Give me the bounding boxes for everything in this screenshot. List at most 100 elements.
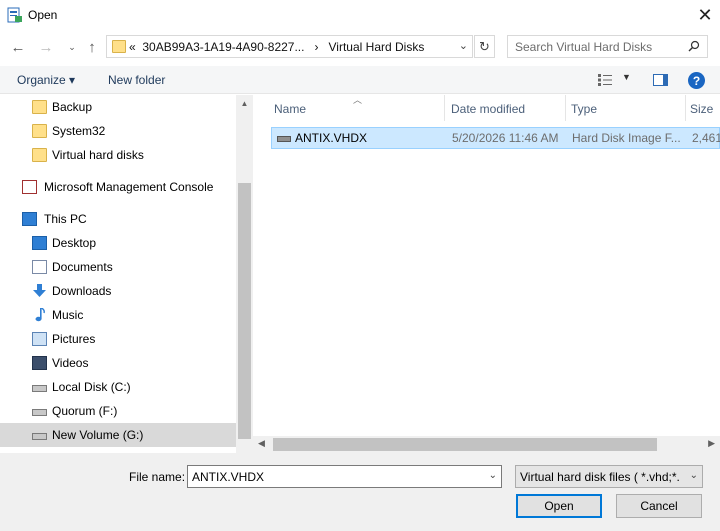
desktop-icon [32, 236, 47, 250]
nav-item-label: Backup [52, 100, 93, 114]
file-list-scrollbar[interactable]: ◀ ▶ [253, 436, 720, 453]
column-header-name[interactable]: Name [274, 95, 444, 121]
nav-item-label: Videos [52, 356, 89, 370]
open-dialog-icon [7, 7, 22, 23]
downloads-icon [33, 284, 46, 297]
arrow-left-icon: ← [10, 38, 26, 56]
scroll-right-icon[interactable]: ▶ [708, 438, 715, 449]
nav-item-documents[interactable]: Documents [0, 255, 236, 279]
computer-icon [22, 212, 37, 226]
nav-item-label: Desktop [52, 236, 97, 250]
nav-item-music[interactable]: Music [0, 303, 236, 327]
nav-item-label: Local Disk (C:) [52, 380, 131, 394]
column-divider[interactable] [685, 95, 686, 121]
cancel-button[interactable]: Cancel [616, 494, 702, 518]
file-size: 2,461, [692, 131, 720, 145]
drive-icon [32, 409, 47, 416]
view-options-icon[interactable] [598, 74, 612, 86]
refresh-button[interactable]: ↻ [474, 35, 495, 58]
column-header-date[interactable]: Date modified [451, 95, 565, 121]
file-name-input[interactable]: ANTIX.VHDX ⌄ [187, 465, 502, 488]
file-name: ANTIX.VHDX [295, 131, 368, 145]
search-icon [688, 40, 700, 52]
nav-item-label: Microsoft Management Console [44, 180, 214, 194]
videos-icon [32, 356, 47, 370]
nav-item-label: Documents [52, 260, 113, 274]
breadcrumb-overflow[interactable]: « [129, 40, 136, 54]
navigation-pane: Backup System32 Virtual hard disks Micro… [0, 95, 252, 453]
chevron-down-icon: ⌄ [689, 470, 698, 481]
nav-item-desktop[interactable]: Desktop [0, 231, 236, 255]
music-icon [35, 308, 45, 322]
back-button[interactable]: ← [8, 37, 28, 57]
nav-item-label: Virtual hard disks [52, 148, 144, 162]
organize-button[interactable]: Organize ▾ [17, 73, 75, 87]
nav-item-label: Quorum (F:) [52, 404, 118, 418]
recent-locations-button[interactable]: ⌄ [62, 37, 82, 57]
up-button[interactable]: ↑ [82, 37, 102, 57]
search-input[interactable]: Search Virtual Hard Disks [515, 40, 652, 54]
file-row[interactable]: ANTIX.VHDX 5/20/2026 11:46 AM Hard Disk … [271, 127, 720, 149]
search-box[interactable]: Search Virtual Hard Disks [507, 35, 708, 58]
nav-item-local-disk-c[interactable]: Local Disk (C:) [0, 375, 236, 399]
file-list: ︿ Name Date modified Type Size ANTIX.VHD… [253, 95, 720, 453]
scroll-left-icon[interactable]: ◀ [258, 438, 265, 449]
nav-item-system32[interactable]: System32 [0, 119, 236, 143]
nav-item-mmc[interactable]: Microsoft Management Console [0, 175, 236, 199]
nav-item-label: System32 [52, 124, 106, 138]
help-icon[interactable]: ? [688, 72, 705, 89]
scrollbar-thumb[interactable] [273, 438, 657, 451]
title-bar: Open ✕ [0, 0, 720, 30]
folder-icon [112, 40, 126, 53]
scrollbar-thumb[interactable] [238, 183, 251, 439]
breadcrumb-separator: › [314, 40, 319, 54]
close-icon: ✕ [697, 4, 713, 25]
nav-item-backup[interactable]: Backup [0, 95, 236, 119]
command-bar: Organize ▾ New folder ▼ ? [0, 66, 720, 94]
preview-pane-icon[interactable] [653, 74, 668, 86]
breadcrumb-segment[interactable]: 30AB99A3-1A19-4A90-8227... [142, 40, 304, 54]
chevron-down-icon[interactable]: ⌄ [459, 39, 468, 52]
disk-image-icon [277, 136, 291, 142]
nav-item-virtual-hard-disks[interactable]: Virtual hard disks [0, 143, 236, 167]
nav-item-downloads[interactable]: Downloads [0, 279, 236, 303]
dialog-footer: File name: ANTIX.VHDX ⌄ Virtual hard dis… [0, 453, 720, 531]
navigation-pane-scrollbar[interactable]: ▲ [236, 95, 253, 453]
open-button[interactable]: Open [516, 494, 602, 518]
view-dropdown-icon[interactable]: ▼ [622, 72, 631, 82]
forward-button[interactable]: → [36, 37, 56, 57]
documents-icon [32, 260, 47, 274]
column-divider[interactable] [565, 95, 566, 121]
pictures-icon [32, 332, 47, 346]
file-name-label: File name: [129, 470, 186, 484]
refresh-icon: ↻ [479, 38, 490, 54]
window-title: Open [28, 8, 58, 22]
file-date: 5/20/2026 11:46 AM [452, 131, 559, 145]
chevron-down-icon[interactable]: ⌄ [489, 470, 497, 481]
nav-item-this-pc[interactable]: This PC [0, 207, 236, 231]
nav-item-pictures[interactable]: Pictures [0, 327, 236, 351]
new-folder-button[interactable]: New folder [108, 73, 165, 87]
address-bar[interactable]: « 30AB99A3-1A19-4A90-8227... › Virtual H… [106, 35, 473, 58]
column-divider[interactable] [444, 95, 445, 121]
breadcrumb-segment[interactable]: Virtual Hard Disks [329, 40, 425, 54]
column-header-size[interactable]: Size [690, 95, 720, 121]
drive-icon [32, 385, 47, 392]
folder-icon [32, 124, 47, 138]
scroll-up-icon[interactable]: ▲ [236, 99, 253, 108]
file-type-filter[interactable]: Virtual hard disk files ( *.vhd;*. ⌄ [515, 465, 703, 488]
file-type: Hard Disk Image F... [572, 131, 681, 145]
nav-item-new-volume-g[interactable]: New Volume (G:) [0, 423, 236, 447]
nav-item-quorum-f[interactable]: Quorum (F:) [0, 399, 236, 423]
column-header-type[interactable]: Type [571, 95, 685, 121]
close-button[interactable]: ✕ [690, 0, 720, 30]
folder-icon [32, 100, 47, 114]
arrow-right-icon: → [38, 38, 54, 56]
nav-item-label: Pictures [52, 332, 96, 346]
nav-item-label: Music [52, 308, 84, 322]
mmc-icon [22, 180, 37, 194]
folder-icon [32, 148, 47, 162]
file-name-value[interactable]: ANTIX.VHDX [192, 470, 264, 484]
nav-item-label: Downloads [52, 284, 112, 298]
nav-item-videos[interactable]: Videos [0, 351, 236, 375]
